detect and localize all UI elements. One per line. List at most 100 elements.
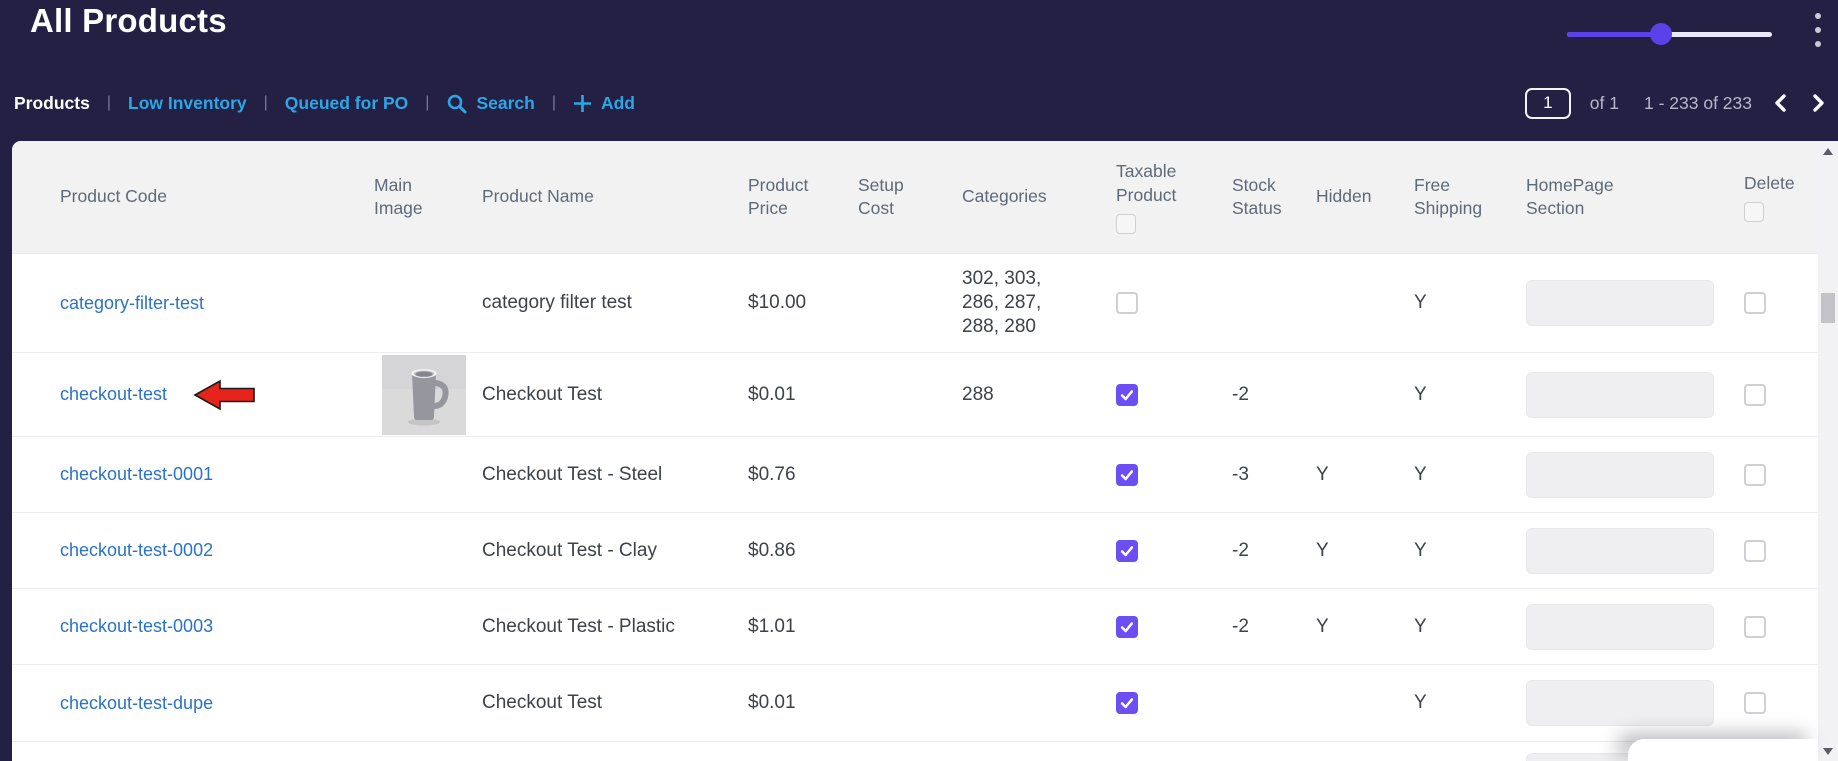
- delete-cell: [1744, 616, 1818, 638]
- delete-cell: [1744, 464, 1818, 486]
- product-name: Checkout Test - Plastic: [482, 616, 748, 638]
- table-row: checkout-test-dupeCheckout Test$0.01Y: [12, 664, 1818, 741]
- categories-value: 302, 303, 286, 287, 288, 280: [962, 267, 1066, 339]
- column-header-delete: Delete: [1744, 172, 1818, 222]
- delete-checkbox[interactable]: [1744, 616, 1766, 638]
- tab-search-label: Search: [476, 93, 534, 114]
- free-shipping-flag: Y: [1408, 384, 1526, 406]
- toolbar: Products | Low Inventory | Queued for PO…: [14, 84, 1828, 122]
- kebab-menu-icon[interactable]: [1811, 9, 1825, 51]
- column-header-main-image: Main Image: [374, 174, 482, 220]
- column-header-product-price: Product Price: [748, 174, 858, 220]
- homepage-section-input[interactable]: [1526, 604, 1714, 650]
- table-row: checkout-testCheckout Test$0.01288-2Y: [12, 352, 1818, 436]
- delete-cell: [1744, 292, 1818, 314]
- tab-queued-for-po-label: Queued for PO: [285, 93, 408, 114]
- tab-search[interactable]: Search: [446, 93, 534, 114]
- taxable-checkbox[interactable]: [1116, 616, 1138, 638]
- search-icon: [446, 93, 467, 114]
- page-number-input[interactable]: [1525, 88, 1571, 119]
- product-code-link[interactable]: checkout-test: [60, 384, 167, 405]
- tab-products-label: Products: [14, 93, 90, 114]
- corner-overlay: [1628, 739, 1818, 761]
- categories-value: 288: [962, 383, 994, 407]
- scroll-down-icon[interactable]: [1818, 742, 1838, 760]
- taxable-cell: [1112, 464, 1224, 486]
- delete-checkbox[interactable]: [1744, 464, 1766, 486]
- homepage-section-cell: [1526, 604, 1744, 650]
- taxable-checkbox[interactable]: [1116, 464, 1138, 486]
- scroll-up-icon[interactable]: [1818, 142, 1838, 160]
- tab-queued-for-po[interactable]: Queued for PO: [285, 93, 408, 114]
- delete-checkbox[interactable]: [1744, 384, 1766, 406]
- column-header-setup-cost: Setup Cost: [858, 174, 962, 220]
- product-price: $1.01: [748, 616, 858, 638]
- tab-products[interactable]: Products: [14, 93, 90, 114]
- product-code-link[interactable]: checkout-test-0003: [60, 616, 213, 637]
- taxable-cell: [1112, 540, 1224, 562]
- product-name: category filter test: [482, 292, 748, 314]
- homepage-section-cell: [1526, 372, 1744, 418]
- page-title: All Products: [30, 2, 227, 40]
- chevron-left-icon[interactable]: [1771, 91, 1790, 115]
- categories-cell: 302, 303, 286, 287, 288, 280: [962, 267, 1112, 339]
- product-price: $10.00: [748, 292, 858, 314]
- delete-checkbox[interactable]: [1744, 292, 1766, 314]
- slider-thumb[interactable]: [1650, 23, 1672, 45]
- stock-status: -2: [1224, 616, 1312, 638]
- homepage-section-cell: [1526, 452, 1744, 498]
- column-header-categories: Categories: [962, 185, 1112, 208]
- product-image[interactable]: [382, 355, 466, 435]
- table-header-row: Product Code Main Image Product Name Pro…: [12, 141, 1818, 253]
- free-shipping-flag: Y: [1408, 464, 1526, 486]
- tab-low-inventory[interactable]: Low Inventory: [128, 93, 247, 114]
- table-row: checkout-test-0002Checkout Test - Clay$0…: [12, 512, 1818, 588]
- column-header-taxable-product: Taxable Product: [1112, 160, 1224, 233]
- product-name: Checkout Test - Clay: [482, 540, 748, 562]
- pagination-range-label: 1 - 233 of 233: [1644, 93, 1752, 114]
- zoom-slider[interactable]: [1567, 22, 1772, 46]
- product-code-cell: checkout-test-dupe: [12, 693, 374, 714]
- delete-checkbox[interactable]: [1744, 540, 1766, 562]
- taxable-select-all-checkbox[interactable]: [1116, 214, 1136, 234]
- homepage-section-cell: [1526, 280, 1744, 326]
- homepage-section-input[interactable]: [1526, 680, 1714, 726]
- product-code-link[interactable]: category-filter-test: [60, 293, 204, 314]
- tab-separator: |: [552, 94, 556, 112]
- homepage-section-input[interactable]: [1526, 280, 1714, 326]
- tab-bar: Products | Low Inventory | Queued for PO…: [14, 93, 635, 114]
- taxable-cell: [1112, 384, 1224, 406]
- product-code-link[interactable]: checkout-test-0001: [60, 464, 213, 485]
- hidden-flag: Y: [1312, 540, 1408, 562]
- taxable-checkbox[interactable]: [1116, 540, 1138, 562]
- free-shipping-flag: Y: [1408, 540, 1526, 562]
- taxable-checkbox[interactable]: [1116, 692, 1138, 714]
- product-code-link[interactable]: checkout-test-0002: [60, 540, 213, 561]
- vertical-scrollbar[interactable]: [1818, 141, 1838, 761]
- delete-checkbox[interactable]: [1744, 692, 1766, 714]
- free-shipping-flag: Y: [1408, 692, 1526, 714]
- taxable-checkbox[interactable]: [1116, 384, 1138, 406]
- column-header-stock-status: Stock Status: [1224, 174, 1312, 220]
- tab-low-inventory-label: Low Inventory: [128, 93, 247, 114]
- delete-cell: [1744, 692, 1818, 714]
- scrollbar-thumb[interactable]: [1821, 293, 1835, 323]
- tab-add[interactable]: Add: [573, 93, 635, 114]
- stock-status: -2: [1224, 540, 1312, 562]
- chevron-right-icon[interactable]: [1809, 91, 1828, 115]
- taxable-cell: [1112, 292, 1224, 314]
- delete-select-all-checkbox[interactable]: [1744, 202, 1764, 222]
- delete-cell: [1744, 384, 1818, 406]
- product-code-link[interactable]: checkout-test-dupe: [60, 693, 213, 714]
- taxable-cell: [1112, 616, 1224, 638]
- homepage-section-input[interactable]: [1526, 452, 1714, 498]
- tab-separator: |: [264, 94, 268, 112]
- column-header-product-code: Product Code: [12, 185, 374, 208]
- product-code-cell: checkout-test-0002: [12, 540, 374, 561]
- product-code-cell: checkout-test-0001: [12, 464, 374, 485]
- homepage-section-input[interactable]: [1526, 528, 1714, 574]
- homepage-section-input[interactable]: [1526, 372, 1714, 418]
- homepage-section-cell: [1526, 528, 1744, 574]
- taxable-checkbox[interactable]: [1116, 292, 1138, 314]
- hidden-flag: Y: [1312, 616, 1408, 638]
